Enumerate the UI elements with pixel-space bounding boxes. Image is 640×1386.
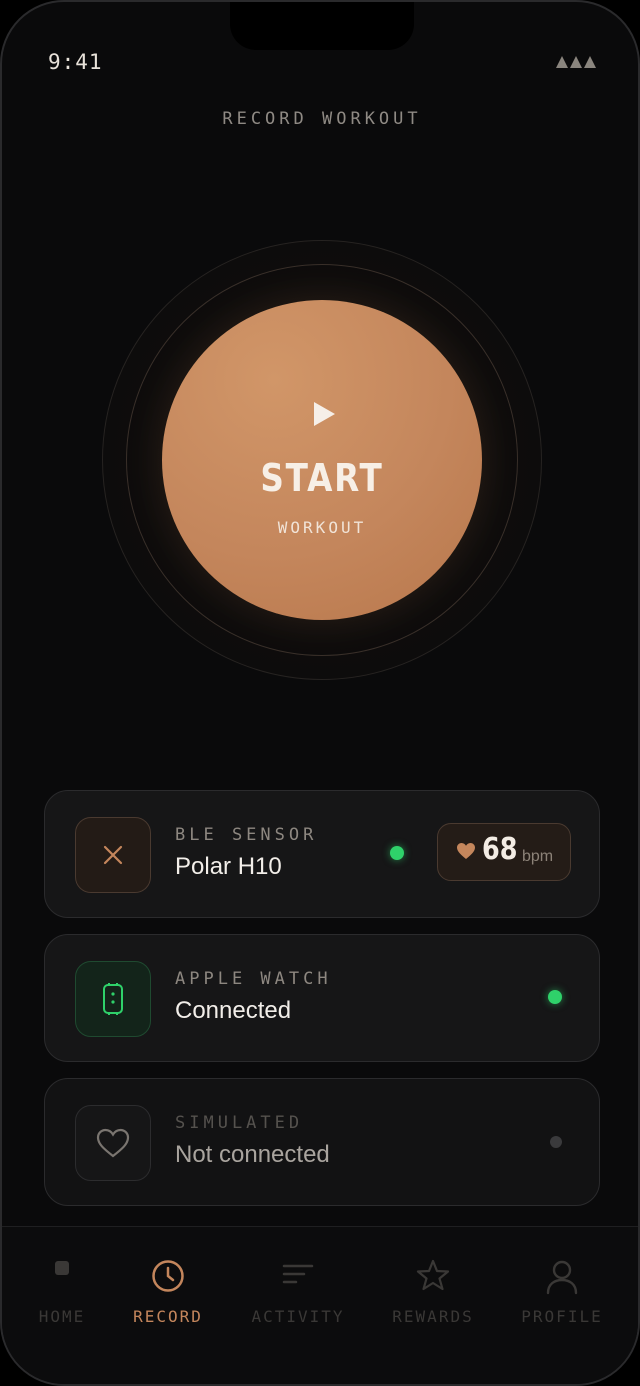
apple-watch-status: Connected xyxy=(175,997,292,1024)
ble-sensor-card[interactable]: BLE SENSOR Polar H10 68 bpm xyxy=(44,790,600,918)
ble-status-dot xyxy=(390,846,404,860)
tab-profile-label: PROFILE xyxy=(521,1307,603,1326)
page-title: RECORD WORKOUT xyxy=(222,109,422,129)
phone-frame: 9:41 RECORD WORKOUT START WORKOUT BLE SE… xyxy=(0,0,640,1386)
tab-home-label: HOME xyxy=(38,1307,86,1326)
tab-rewards-label: REWARDS xyxy=(392,1307,474,1326)
ble-sensor-name: Polar H10 xyxy=(175,853,282,880)
tab-activity-label: ACTIVITY xyxy=(251,1307,345,1326)
simulated-status-dot xyxy=(550,1136,562,1148)
notch xyxy=(230,2,414,50)
clock-icon xyxy=(108,1259,228,1293)
tab-home[interactable]: HOME xyxy=(2,1227,122,1347)
heart-rate-unit: bpm xyxy=(522,848,554,865)
person-icon xyxy=(502,1259,622,1295)
tab-record-label: RECORD xyxy=(133,1307,203,1326)
simulated-card[interactable]: SIMULATED Not connected xyxy=(44,1078,600,1206)
heart-icon xyxy=(457,843,475,859)
heart-rate-badge: 68 bpm xyxy=(437,823,571,881)
home-icon xyxy=(2,1261,122,1275)
apple-watch-kicker: APPLE WATCH xyxy=(175,969,332,989)
tab-bar: HOME RECORD ACTIVITY REWARDS PROFILE xyxy=(2,1226,638,1384)
tab-record[interactable]: RECORD xyxy=(108,1227,228,1347)
list-icon xyxy=(238,1259,358,1289)
tab-rewards[interactable]: REWARDS xyxy=(373,1227,493,1347)
signal-bars-icon xyxy=(556,56,598,70)
heart-rate-value: 68 xyxy=(482,832,518,867)
close-icon[interactable] xyxy=(75,817,151,893)
simulated-kicker: SIMULATED xyxy=(175,1113,304,1133)
apple-watch-card[interactable]: APPLE WATCH Connected xyxy=(44,934,600,1062)
start-label: START xyxy=(260,456,384,500)
heart-outline-icon xyxy=(75,1105,151,1181)
play-icon xyxy=(314,402,335,426)
apple-watch-status-dot xyxy=(548,990,562,1004)
star-icon xyxy=(373,1259,493,1291)
watch-icon xyxy=(75,961,151,1037)
tab-activity[interactable]: ACTIVITY xyxy=(238,1227,358,1347)
simulated-status: Not connected xyxy=(175,1141,330,1168)
tab-profile[interactable]: PROFILE xyxy=(502,1227,622,1347)
start-workout-button[interactable]: START WORKOUT xyxy=(162,300,482,620)
ble-sensor-kicker: BLE SENSOR xyxy=(175,825,318,845)
status-time: 9:41 xyxy=(48,50,103,74)
start-sublabel: WORKOUT xyxy=(277,518,367,537)
